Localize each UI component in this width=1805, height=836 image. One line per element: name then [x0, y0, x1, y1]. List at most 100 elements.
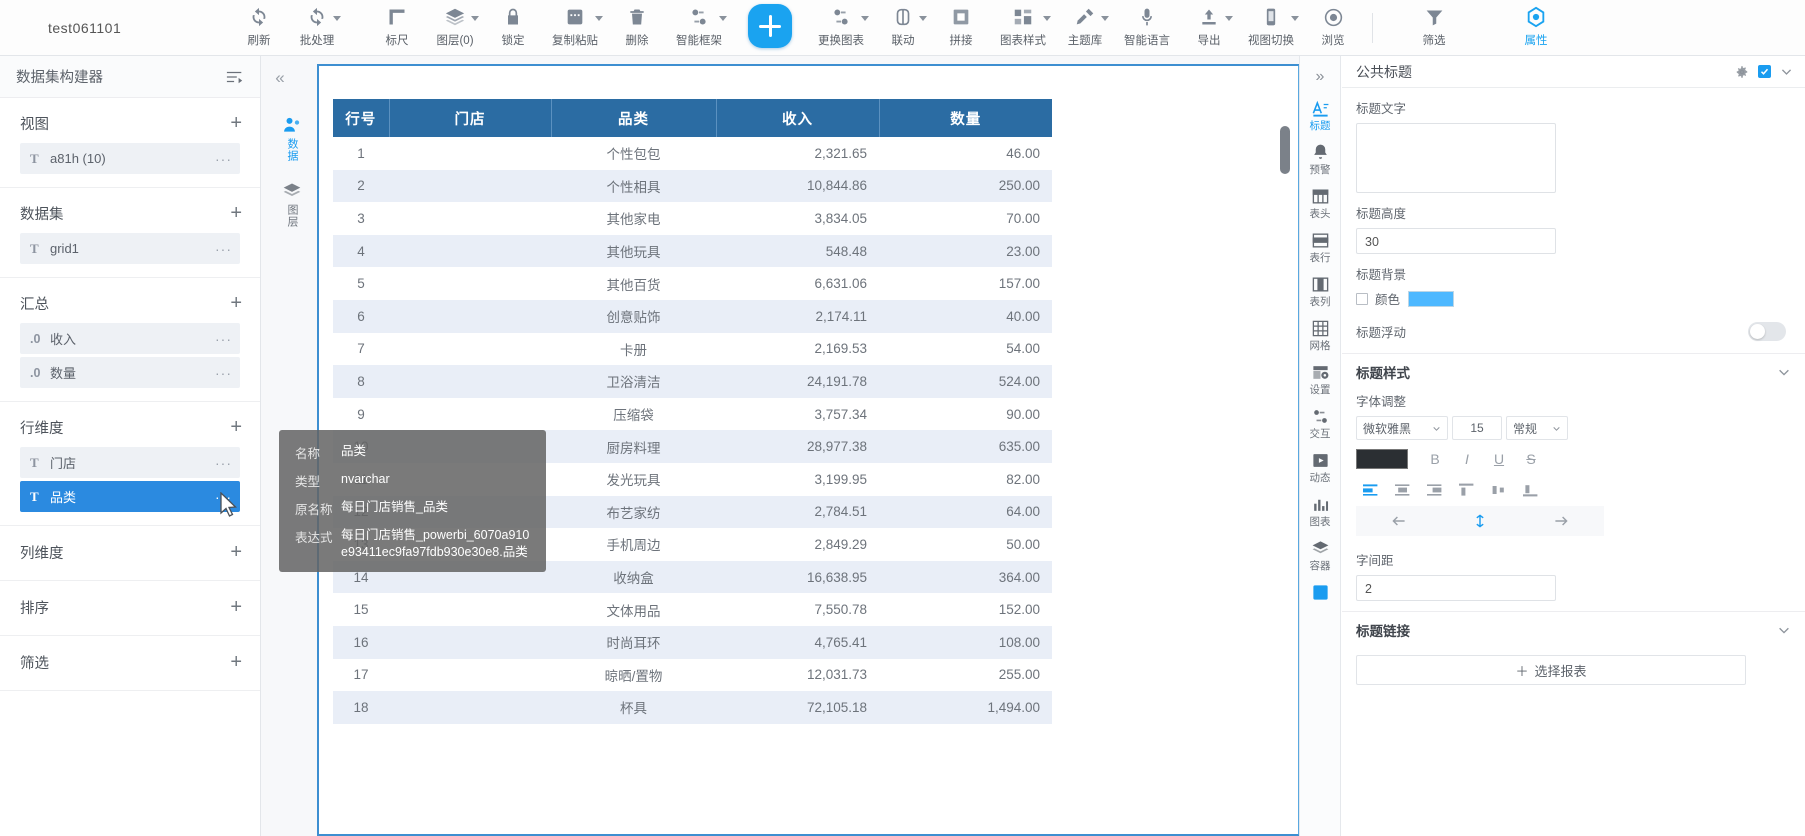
add-filter-button[interactable]: +	[230, 652, 242, 672]
table-row[interactable]: 4 其他玩具 548.48 23.00	[333, 234, 1052, 268]
bold-button[interactable]: B	[1420, 447, 1450, 471]
toolbar-button-delete[interactable]: 删除	[608, 0, 666, 56]
table-row[interactable]: 16 时尚耳环 4,765.41 108.00	[333, 625, 1052, 659]
chevron-down-icon[interactable]	[595, 15, 603, 21]
title-height-input[interactable]: 30	[1356, 228, 1556, 254]
align-bottom-icon[interactable]	[1516, 478, 1546, 502]
add-dataset-button[interactable]: +	[230, 203, 242, 223]
rail-item-title[interactable]: 标题	[1301, 97, 1339, 132]
italic-button[interactable]: I	[1452, 447, 1482, 471]
chevron-down-icon[interactable]	[1101, 15, 1109, 21]
add-widget-button[interactable]	[748, 4, 792, 48]
toolbar-button-refresh[interactable]: 刷新	[230, 0, 288, 56]
table-row[interactable]: 5 其他百货 6,631.06 157.00	[333, 267, 1052, 300]
field-more-icon[interactable]: ···	[215, 332, 232, 346]
rail-item-table-header[interactable]: 表头	[1301, 185, 1339, 220]
add-view-button[interactable]: +	[230, 113, 242, 133]
column-header-rownum[interactable]: 行号	[333, 99, 390, 137]
column-header-store[interactable]: 门店	[389, 99, 552, 137]
chevron-down-icon[interactable]	[719, 15, 727, 21]
table-row[interactable]: 8 卫浴清洁 24,191.78 524.00	[333, 365, 1052, 398]
select-report-button[interactable]: ＋ 选择报表	[1356, 655, 1746, 685]
title-float-toggle[interactable]	[1748, 322, 1786, 341]
align-top-icon[interactable]	[1452, 478, 1482, 502]
align-right-icon[interactable]	[1420, 478, 1450, 502]
table-row[interactable]: 6 创意贴饰 2,174.11 40.00	[333, 299, 1052, 333]
column-header-category[interactable]: 品类	[551, 99, 717, 137]
rail-item-chart[interactable]: 图表	[1301, 493, 1339, 528]
title-background-checkbox[interactable]	[1356, 292, 1368, 305]
toolbar-button-properties[interactable]: 属性	[1507, 0, 1565, 56]
distribute-icon[interactable]	[1465, 509, 1495, 533]
color-swatch[interactable]	[1408, 290, 1455, 307]
rail-item-container[interactable]: 容器	[1301, 537, 1339, 572]
toolbar-button-change-chart[interactable]: 更换图表	[808, 0, 874, 56]
font-weight-select[interactable]: 常规	[1506, 416, 1568, 440]
chevron-down-icon[interactable]	[1777, 623, 1791, 637]
toolbar-button-layers[interactable]: 图层(0)	[426, 0, 484, 56]
rail-item-more[interactable]	[1301, 581, 1339, 604]
field-item-grid1[interactable]: T grid1 ···	[20, 233, 240, 264]
align-left-icon[interactable]	[1356, 478, 1386, 502]
font-size-select[interactable]: 15	[1452, 416, 1502, 440]
align-center-icon[interactable]	[1388, 478, 1418, 502]
title-link-accordion[interactable]: 标题链接	[1342, 611, 1805, 647]
table-row[interactable]: 17 晾晒/置物 12,031.73 255.00	[333, 659, 1052, 692]
title-style-accordion[interactable]: 标题样式	[1342, 353, 1805, 389]
font-color-swatch[interactable]	[1356, 449, 1408, 469]
chevron-down-icon[interactable]	[919, 15, 927, 21]
gear-icon[interactable]	[1735, 65, 1749, 79]
align-middle-icon[interactable]	[1484, 478, 1514, 502]
toolbar-button-smart-frame[interactable]: 智能框架	[666, 0, 732, 56]
title-text-input[interactable]	[1356, 123, 1556, 193]
rail-item-table-row[interactable]: 表行	[1301, 229, 1339, 264]
column-header-quantity[interactable]: 数量	[879, 99, 1052, 137]
table-row[interactable]: 9 压缩袋 3,757.34 90.00	[333, 398, 1052, 431]
data-table[interactable]: 行号 门店 品类 收入 数量 1 个性包包 2,321.65 46.00 2 个性相具 10…	[333, 99, 1052, 724]
letter-spacing-input[interactable]: 2	[1356, 575, 1556, 601]
canvas-tab-data[interactable]: 数据	[282, 114, 302, 162]
indent-last-icon[interactable]	[1546, 509, 1576, 533]
panel-menu-icon[interactable]	[226, 69, 244, 85]
rail-item-grid[interactable]: 网格	[1301, 317, 1339, 352]
table-row[interactable]: 18 杯具 72,105.18 1,494.00	[333, 691, 1052, 724]
collapse-panel-button[interactable]: «	[267, 66, 293, 90]
expand-rail-button[interactable]: »	[1316, 66, 1325, 88]
chevron-down-icon[interactable]	[861, 15, 869, 21]
chevron-down-icon[interactable]	[471, 15, 479, 21]
chevron-down-icon[interactable]	[333, 15, 341, 21]
field-item-category[interactable]: T 品类 ···	[20, 481, 240, 512]
field-more-icon[interactable]: ···	[215, 152, 232, 166]
toolbar-button-batch[interactable]: 批处理	[288, 0, 346, 56]
toolbar-button-view-switch[interactable]: 视图切换	[1238, 0, 1304, 56]
indent-first-icon[interactable]	[1384, 509, 1414, 533]
field-item-revenue[interactable]: .0 收入 ···	[20, 323, 240, 354]
toolbar-button-lock[interactable]: 锁定	[484, 0, 542, 56]
toolbar-button-splice[interactable]: 拼接	[932, 0, 990, 56]
toolbar-button-ruler[interactable]: 标尺	[368, 0, 426, 56]
table-row[interactable]: 3 其他家电 3,834.05 70.00	[333, 202, 1052, 235]
toolbar-button-linkage[interactable]: 联动	[874, 0, 932, 56]
add-row-dimension-button[interactable]: +	[230, 417, 242, 437]
canvas-tab-layer[interactable]: 图层	[282, 180, 302, 228]
add-sort-button[interactable]: +	[230, 597, 242, 617]
chevron-down-icon[interactable]	[1225, 15, 1233, 21]
canvas-scrollbar[interactable]	[1280, 126, 1290, 174]
add-summary-button[interactable]: +	[230, 293, 242, 313]
toolbar-button-copy-paste[interactable]: 复制粘贴	[542, 0, 608, 56]
rail-item-alert[interactable]: 预警	[1301, 141, 1339, 176]
enable-checkbox[interactable]	[1758, 65, 1771, 78]
toolbar-button-chart-style[interactable]: 图表样式	[990, 0, 1056, 56]
rail-item-table-column[interactable]: 表列	[1301, 273, 1339, 308]
table-row[interactable]: 15 文体用品 7,550.78 152.00	[333, 593, 1052, 626]
toolbar-button-smart-language[interactable]: 智能语言	[1114, 0, 1180, 56]
toolbar-button-export[interactable]: 导出	[1180, 0, 1238, 56]
rail-item-settings[interactable]: 设置	[1301, 361, 1339, 396]
underline-button[interactable]: U	[1484, 447, 1514, 471]
toolbar-button-filter[interactable]: 筛选	[1405, 0, 1463, 56]
chevron-down-icon[interactable]	[1780, 65, 1793, 78]
font-family-select[interactable]: 微软雅黑	[1356, 416, 1448, 440]
rail-item-interaction[interactable]: 交互	[1301, 405, 1339, 440]
field-item-a81h[interactable]: T a81h (10) ···	[20, 143, 240, 174]
chevron-down-icon[interactable]	[1043, 15, 1051, 21]
